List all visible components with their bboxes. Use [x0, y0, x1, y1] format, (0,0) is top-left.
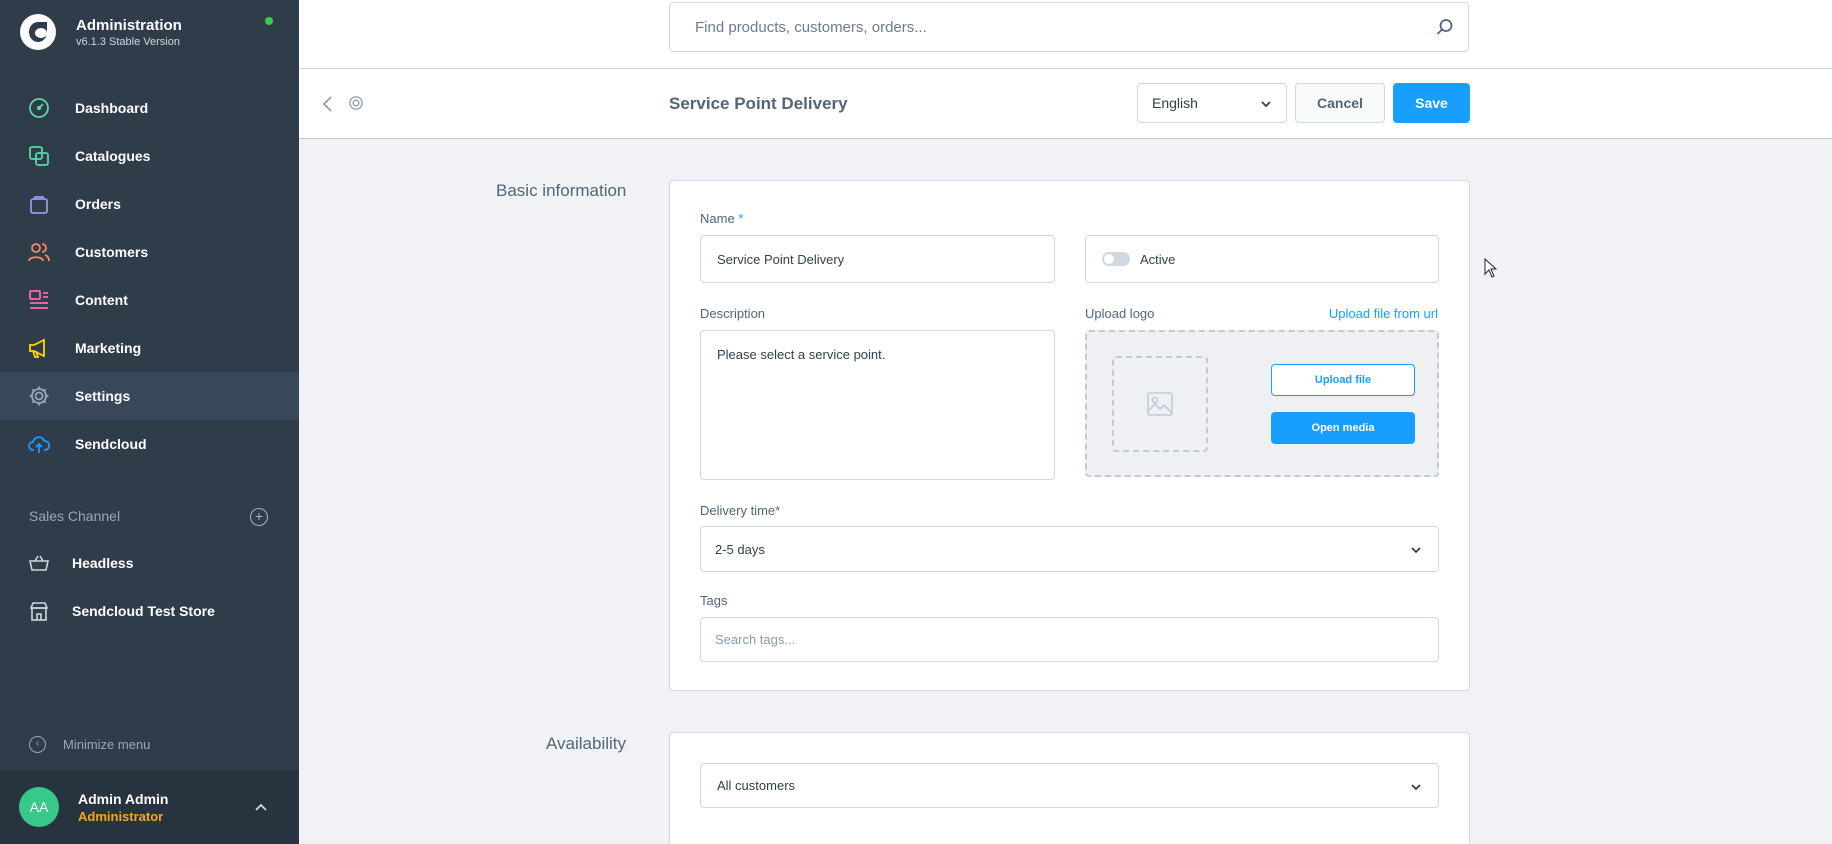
avatar: AA — [19, 787, 59, 827]
status-indicator — [265, 17, 273, 25]
back-arrow-icon[interactable] — [321, 95, 335, 113]
search-placeholder: Find products, customers, orders... — [695, 18, 927, 36]
user-name: Admin Admin — [78, 790, 169, 807]
sidebar-item-dashboard[interactable]: Dashboard — [0, 84, 299, 132]
sidebar: Administration v6.1.3 Stable Version Das… — [0, 0, 299, 844]
name-field[interactable]: Service Point Delivery — [700, 235, 1055, 283]
minimize-label: Minimize menu — [63, 737, 151, 752]
sidebar-item-sendcloud[interactable]: Sendcloud — [0, 420, 299, 468]
chevron-up-icon[interactable] — [255, 800, 267, 814]
basic-information-card: Name * Service Point Delivery Active Des… — [669, 180, 1470, 691]
active-toggle[interactable] — [1102, 252, 1130, 266]
sidebar-item-label: Orders — [75, 196, 121, 212]
upload-file-button[interactable]: Upload file — [1271, 364, 1415, 396]
active-label: Active — [1140, 251, 1176, 267]
language-value: English — [1152, 95, 1198, 111]
gauge-icon — [28, 97, 50, 119]
sidebar-item-label: Marketing — [75, 340, 142, 356]
add-sales-channel-button[interactable]: + — [250, 508, 268, 526]
brand: Administration v6.1.3 Stable Version — [20, 12, 182, 52]
top-bar: Find products, customers, orders... — [299, 0, 1832, 69]
chevron-down-icon — [1260, 97, 1272, 109]
shopping-bag-icon — [28, 193, 50, 215]
minimize-menu-button[interactable]: ‹ Minimize menu — [29, 736, 150, 753]
name-label: Name * — [700, 211, 743, 226]
gear-icon[interactable] — [347, 94, 365, 112]
search-input[interactable]: Find products, customers, orders... — [669, 2, 1469, 52]
save-button[interactable]: Save — [1393, 83, 1470, 123]
cancel-button[interactable]: Cancel — [1295, 83, 1385, 123]
channel-label: Sendcloud Test Store — [72, 603, 215, 619]
search-icon[interactable] — [1436, 18, 1454, 36]
sidebar-item-orders[interactable]: Orders — [0, 180, 299, 228]
content-icon — [28, 289, 50, 311]
active-field[interactable]: Active — [1085, 235, 1439, 283]
availability-heading: Availability — [546, 734, 627, 753]
catalogue-icon — [28, 145, 50, 167]
basic-information-heading: Basic information — [496, 181, 627, 200]
users-icon — [28, 241, 50, 263]
sidebar-item-label: Sendcloud — [75, 436, 147, 452]
page-title: Service Point Delivery — [669, 94, 848, 113]
image-placeholder-icon — [1112, 356, 1208, 452]
sidebar-item-settings[interactable]: Settings — [0, 372, 299, 420]
tags-label: Tags — [700, 593, 728, 608]
upload-logo-label: Upload logo — [1085, 306, 1155, 321]
sidebar-item-catalogues[interactable]: Catalogues — [0, 132, 299, 180]
mouse-cursor-icon — [1484, 257, 1498, 278]
megaphone-icon — [28, 337, 50, 359]
sidebar-item-label: Content — [75, 292, 128, 308]
user-role: Administrator — [78, 808, 164, 824]
language-select[interactable]: English — [1137, 83, 1287, 123]
name-value: Service Point Delivery — [717, 251, 845, 267]
chevron-left-icon: ‹ — [29, 736, 46, 753]
sales-channel-heading: Sales Channel — [29, 508, 121, 524]
sidebar-item-content[interactable]: Content — [0, 276, 299, 324]
channel-label: Headless — [72, 555, 134, 571]
sidebar-item-marketing[interactable]: Marketing — [0, 324, 299, 372]
basket-icon — [28, 552, 50, 574]
description-label: Description — [700, 306, 766, 321]
upload-from-url-link[interactable]: Upload file from url — [1329, 306, 1438, 321]
availability-rule-select[interactable]: All customers — [700, 763, 1439, 808]
tags-input[interactable]: Search tags... — [700, 617, 1439, 662]
sidebar-item-label: Customers — [75, 244, 149, 260]
required-marker: * — [738, 211, 744, 226]
shopware-logo — [20, 14, 56, 50]
sidebar-item-headless[interactable]: Headless — [0, 539, 299, 587]
chevron-down-icon — [1410, 781, 1422, 793]
sidebar-item-label: Settings — [75, 388, 131, 404]
app-version: v6.1.3 Stable Version — [76, 35, 180, 48]
description-field[interactable]: Please select a service point. — [700, 330, 1055, 480]
page-header: Service Point Delivery English Cancel Sa… — [299, 69, 1832, 139]
main-nav: Dashboard Catalogues Orders Customers Co… — [0, 84, 299, 468]
delivery-time-label: Delivery time* — [700, 503, 781, 518]
delivery-time-value: 2-5 days — [715, 541, 765, 557]
open-media-button[interactable]: Open media — [1271, 412, 1415, 444]
app-title: Administration — [76, 16, 182, 34]
gear-icon — [28, 385, 50, 407]
sidebar-item-sendcloud-test-store[interactable]: Sendcloud Test Store — [0, 587, 299, 635]
chevron-down-icon — [1410, 544, 1422, 556]
cloud-upload-icon — [28, 433, 50, 455]
availability-rule-value: All customers — [717, 778, 796, 793]
sidebar-item-label: Dashboard — [75, 100, 149, 116]
sales-channel-list: Headless Sendcloud Test Store — [0, 539, 299, 635]
sidebar-item-customers[interactable]: Customers — [0, 228, 299, 276]
description-value: Please select a service point. — [717, 347, 886, 362]
logo-upload-area[interactable]: Upload file Open media — [1085, 330, 1439, 477]
sidebar-item-label: Catalogues — [75, 148, 151, 164]
storefront-icon — [28, 600, 50, 622]
user-menu[interactable]: AA Admin Admin Administrator — [0, 770, 299, 844]
availability-card: All customers — [669, 732, 1470, 844]
delivery-time-select[interactable]: 2-5 days — [700, 526, 1439, 572]
name-label-text: Name — [700, 211, 735, 226]
tags-placeholder: Search tags... — [715, 632, 796, 647]
